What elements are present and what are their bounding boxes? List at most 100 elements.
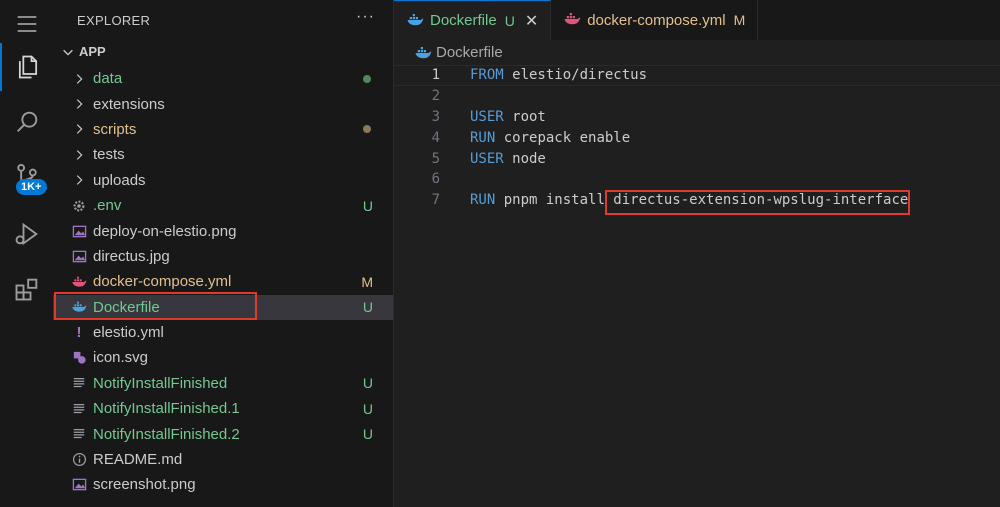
explorer-panel: EXPLORER ··· APP data extensions scripts te… bbox=[53, 0, 394, 507]
item-label: scripts bbox=[93, 120, 137, 138]
docker-icon bbox=[415, 46, 432, 58]
code-keyword: RUN bbox=[470, 129, 496, 146]
text-file-icon bbox=[71, 401, 87, 417]
item-label: extensions bbox=[93, 95, 165, 113]
svg-file-icon bbox=[71, 350, 87, 366]
image-file-icon bbox=[71, 477, 87, 493]
file-item[interactable]: ! elestio.yml bbox=[53, 320, 393, 345]
chevron-right-icon bbox=[71, 71, 87, 87]
line-number: 3 bbox=[431, 108, 440, 125]
code-keyword: USER bbox=[470, 150, 504, 167]
source-control-badge: 1K+ bbox=[16, 179, 47, 195]
folder-item[interactable]: tests bbox=[53, 142, 393, 167]
text-file-icon bbox=[71, 426, 87, 442]
item-label: directus.jpg bbox=[93, 247, 170, 265]
code-rest: node bbox=[503, 150, 546, 167]
code-line: 4 RUN corepack enable bbox=[394, 127, 1000, 148]
code-rest: corepack enable bbox=[495, 129, 631, 146]
file-item[interactable]: deploy-on-elestio.png bbox=[53, 218, 393, 243]
file-item[interactable]: screenshot.png bbox=[53, 472, 393, 497]
explorer-icon[interactable] bbox=[0, 43, 53, 91]
folder-item[interactable]: extensions bbox=[53, 91, 393, 116]
file-item[interactable]: directus.jpg bbox=[53, 244, 393, 269]
info-icon bbox=[71, 452, 87, 468]
breadcrumb[interactable]: Dockerfile bbox=[414, 44, 503, 61]
git-status-badge: U bbox=[362, 375, 373, 392]
code-text: USER root bbox=[470, 109, 546, 125]
code-line: 6 bbox=[394, 169, 1000, 190]
file-item[interactable]: docker-compose.yml M bbox=[53, 269, 393, 294]
search-icon[interactable] bbox=[0, 98, 53, 146]
item-label: deploy-on-elestio.png bbox=[93, 222, 237, 240]
chevron-right-icon bbox=[71, 121, 87, 137]
package-highlight-box bbox=[605, 190, 910, 215]
text-file-icon bbox=[71, 375, 87, 391]
folder-item[interactable]: data bbox=[53, 66, 393, 91]
git-status-badge: U bbox=[362, 400, 373, 417]
breadcrumb-file: Dockerfile bbox=[436, 44, 503, 61]
line-number: 2 bbox=[431, 88, 440, 105]
item-label: NotifyInstallFinished.1 bbox=[93, 400, 240, 418]
workspace-root[interactable]: APP bbox=[61, 44, 106, 59]
yaml-icon: ! bbox=[76, 324, 82, 342]
image-file-icon bbox=[71, 248, 87, 264]
chevron-right-icon bbox=[71, 172, 87, 188]
more-actions-button[interactable]: ··· bbox=[356, 8, 375, 26]
line-number: 7 bbox=[431, 192, 440, 209]
git-status-badge: U bbox=[362, 299, 373, 316]
file-item[interactable]: NotifyInstallFinished.1 U bbox=[53, 396, 393, 421]
folder-item[interactable]: scripts bbox=[53, 117, 393, 142]
item-label: screenshot.png bbox=[93, 476, 196, 494]
code-text: USER node bbox=[470, 151, 546, 167]
code-rest: root bbox=[503, 108, 546, 125]
line-number: 6 bbox=[431, 171, 440, 188]
activity-bar: 1K+ bbox=[0, 0, 54, 507]
docker-compose-icon bbox=[563, 12, 581, 28]
item-label: icon.svg bbox=[93, 349, 149, 367]
run-debug-icon[interactable] bbox=[0, 210, 53, 258]
file-item[interactable]: README.md bbox=[53, 447, 393, 472]
docker-compose-icon bbox=[71, 274, 87, 290]
editor-tabs: Dockerfile U ✕ docker-compose.yml M bbox=[394, 0, 1000, 40]
item-label: README.md bbox=[93, 451, 183, 469]
code-line: 2 bbox=[394, 86, 1000, 107]
git-status-badge: U bbox=[362, 426, 373, 443]
line-number: 5 bbox=[431, 150, 440, 167]
chevron-right-icon bbox=[71, 147, 87, 163]
code-text: RUN corepack enable bbox=[470, 130, 630, 146]
code-rest: elestio/directus bbox=[503, 67, 648, 84]
code-editor[interactable]: 1 FROM elestio/directus 2 3 USER root 4 RUN co… bbox=[394, 65, 1000, 211]
code-line: 1 FROM elestio/directus bbox=[394, 65, 1000, 86]
tab-status: U bbox=[504, 12, 515, 29]
tab-status: M bbox=[733, 12, 746, 28]
editor-area: Dockerfile U ✕ docker-compose.yml M Dockerfi… bbox=[394, 0, 1000, 507]
file-tree: data extensions scripts tests uploads .env Ude… bbox=[53, 66, 393, 498]
git-status-badge: U bbox=[362, 197, 373, 214]
code-text: FROM elestio/directus bbox=[470, 67, 647, 83]
menu-icon[interactable] bbox=[0, 0, 53, 48]
tab-label: Dockerfile bbox=[430, 12, 497, 29]
folder-item[interactable]: uploads bbox=[53, 168, 393, 193]
gear-icon bbox=[71, 198, 87, 214]
chevron-down-icon bbox=[63, 49, 73, 56]
git-status-dot bbox=[363, 74, 371, 83]
close-icon[interactable]: ✕ bbox=[525, 11, 538, 31]
file-item[interactable]: .env U bbox=[53, 193, 393, 218]
docker-icon bbox=[406, 13, 424, 29]
item-label: uploads bbox=[93, 171, 146, 189]
git-status-badge: M bbox=[361, 273, 373, 290]
tab-dockerfile[interactable]: Dockerfile U ✕ bbox=[394, 0, 552, 40]
code-keyword: FROM bbox=[470, 67, 504, 84]
extensions-icon[interactable] bbox=[0, 265, 53, 313]
code-keyword: USER bbox=[470, 108, 504, 125]
file-item[interactable]: icon.svg bbox=[53, 345, 393, 370]
tab-docker-compose-yml[interactable]: docker-compose.yml M bbox=[551, 0, 759, 40]
line-number: 4 bbox=[431, 129, 440, 146]
item-label: .env bbox=[93, 197, 122, 215]
line-number: 1 bbox=[431, 67, 440, 84]
file-item[interactable]: NotifyInstallFinished U bbox=[53, 371, 393, 396]
item-label: tests bbox=[93, 146, 125, 164]
chevron-right-icon bbox=[71, 96, 87, 112]
code-keyword: RUN bbox=[470, 192, 496, 209]
file-item[interactable]: NotifyInstallFinished.2 U bbox=[53, 421, 393, 446]
